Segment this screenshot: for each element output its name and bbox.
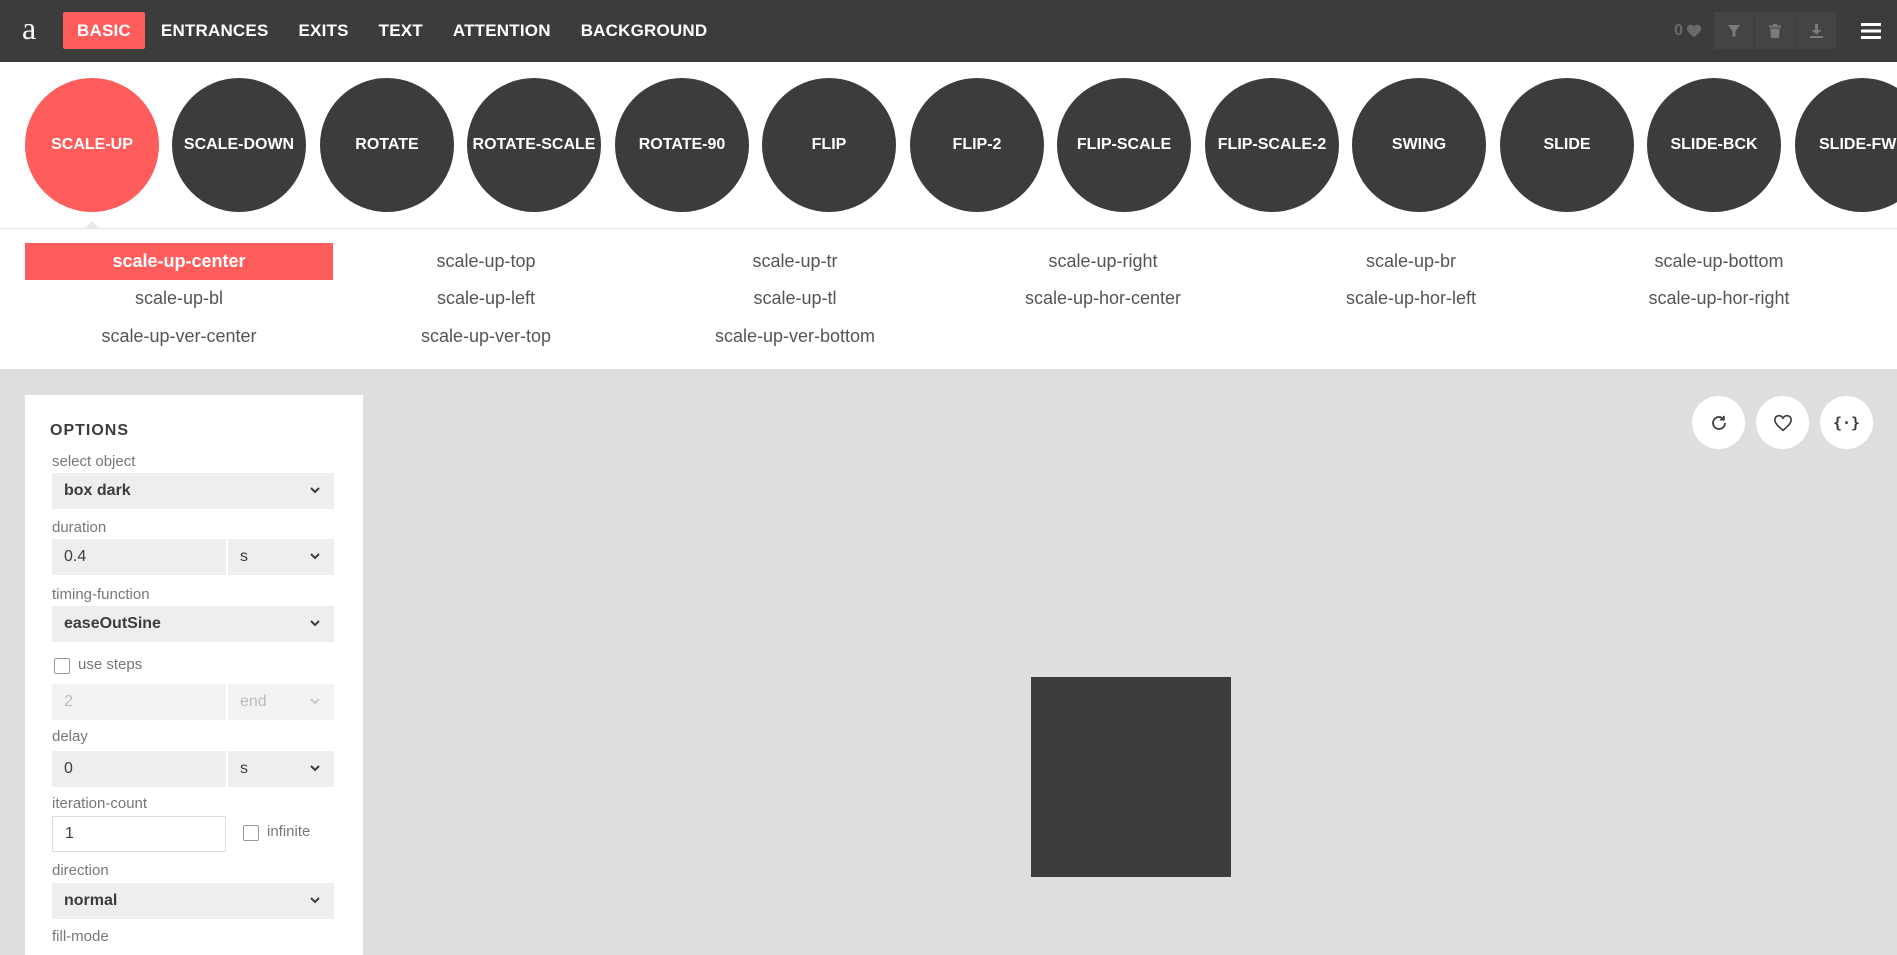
download-button[interactable] (1796, 12, 1836, 49)
menu-button[interactable] (1851, 12, 1891, 49)
variant-scale-up-tl[interactable]: scale-up-tl (641, 280, 949, 317)
iteration-count-input[interactable]: 1 (52, 816, 226, 852)
chevron-down-icon (310, 620, 320, 627)
group-swing[interactable]: SWING (1352, 78, 1486, 212)
category-tabs: BASIC ENTRANCES EXITS TEXT ATTENTION BAC… (63, 12, 723, 49)
infinite-checkbox[interactable] (243, 825, 259, 841)
code-icon: {·} (1832, 413, 1861, 432)
top-nav-bar: a BASIC ENTRANCES EXITS TEXT ATTENTION B… (0, 0, 1897, 62)
chevron-down-icon (310, 487, 320, 494)
heart-icon (1687, 24, 1701, 37)
select-object-value: box dark (64, 482, 131, 499)
favorites-count: 0 (1674, 21, 1683, 39)
group-rotate[interactable]: ROTATE (320, 78, 454, 212)
variant-scale-up-bottom[interactable]: scale-up-bottom (1565, 243, 1873, 280)
variant-scale-up-bl[interactable]: scale-up-bl (25, 280, 333, 317)
logo[interactable]: a (22, 10, 36, 46)
variant-scale-up-center[interactable]: scale-up-center (25, 243, 333, 280)
animation-variant-list: scale-up-center scale-up-top scale-up-tr… (0, 229, 1897, 370)
refresh-icon (1711, 415, 1726, 430)
generate-code-button[interactable]: {·} (1820, 396, 1873, 449)
download-icon (1809, 23, 1823, 38)
select-object-dropdown[interactable]: box dark (52, 473, 334, 509)
variant-scale-up-hor-left[interactable]: scale-up-hor-left (1257, 280, 1565, 317)
fill-mode-label: fill-mode (52, 928, 109, 945)
filter-icon (1728, 24, 1740, 37)
group-scale-down[interactable]: SCALE-DOWN (172, 78, 306, 212)
duration-unit-dropdown[interactable]: s (228, 539, 334, 575)
menu-icon (1861, 22, 1881, 39)
variant-scale-up-left[interactable]: scale-up-left (332, 280, 640, 317)
delay-input[interactable]: 0 (52, 751, 226, 787)
chevron-down-icon (310, 553, 320, 560)
variant-scale-up-ver-top[interactable]: scale-up-ver-top (332, 318, 640, 355)
tab-background[interactable]: BACKGROUND (567, 12, 722, 49)
timing-function-value: easeOutSine (64, 615, 161, 632)
chevron-down-icon (310, 897, 320, 904)
group-flip-scale-2[interactable]: FLIP-SCALE-2 (1205, 78, 1339, 212)
delay-unit-value: s (240, 760, 248, 777)
use-steps-label: use steps (78, 656, 143, 673)
animation-group-carousel: SCALE-UP SCALE-DOWN ROTATE ROTATE-SCALE … (0, 62, 1897, 229)
group-rotate-scale[interactable]: ROTATE-SCALE (467, 78, 601, 212)
clear-button[interactable] (1755, 12, 1795, 49)
variant-scale-up-tr[interactable]: scale-up-tr (641, 243, 949, 280)
delay-label: delay (52, 728, 88, 745)
trash-icon (1769, 23, 1781, 38)
chevron-down-icon (310, 765, 320, 772)
direction-dropdown[interactable]: normal (52, 883, 334, 919)
variant-scale-up-ver-center[interactable]: scale-up-ver-center (25, 318, 333, 355)
infinite-label: infinite (267, 823, 311, 840)
group-rotate-90[interactable]: ROTATE-90 (615, 78, 749, 212)
group-slide-bck[interactable]: SLIDE-BCK (1647, 78, 1781, 212)
duration-label: duration (52, 519, 107, 536)
replay-button[interactable] (1692, 396, 1745, 449)
preview-box-dark (1031, 677, 1231, 877)
tab-basic[interactable]: BASIC (63, 12, 145, 49)
heart-icon (1773, 414, 1792, 431)
active-group-pointer (83, 221, 101, 228)
group-scale-up[interactable]: SCALE-UP (25, 78, 159, 212)
variant-scale-up-top[interactable]: scale-up-top (332, 243, 640, 280)
variant-scale-up-br[interactable]: scale-up-br (1257, 243, 1565, 280)
variant-scale-up-hor-center[interactable]: scale-up-hor-center (949, 280, 1257, 317)
group-flip-scale[interactable]: FLIP-SCALE (1057, 78, 1191, 212)
use-steps-checkbox[interactable] (54, 658, 70, 674)
favorites-counter[interactable]: 0 (1674, 22, 1702, 40)
favorite-button[interactable] (1756, 396, 1809, 449)
iteration-count-label: iteration-count (52, 795, 148, 812)
group-flip-2[interactable]: FLIP-2 (910, 78, 1044, 212)
chevron-down-icon (310, 698, 320, 705)
tab-text[interactable]: TEXT (365, 12, 437, 49)
steps-position-dropdown[interactable]: end (228, 684, 334, 720)
delay-unit-dropdown[interactable]: s (228, 751, 334, 787)
timing-function-dropdown[interactable]: easeOutSine (52, 606, 334, 642)
duration-unit-value: s (240, 548, 248, 565)
direction-label: direction (52, 862, 109, 879)
tab-exits[interactable]: EXITS (285, 12, 363, 49)
filter-button[interactable] (1714, 12, 1754, 49)
group-flip[interactable]: FLIP (762, 78, 896, 212)
tab-attention[interactable]: ATTENTION (439, 12, 565, 49)
toolbar: 0 (1674, 12, 1897, 49)
direction-value: normal (64, 892, 118, 909)
variant-scale-up-ver-bottom[interactable]: scale-up-ver-bottom (641, 318, 949, 355)
duration-input[interactable]: 0.4 (52, 539, 226, 575)
variant-scale-up-right[interactable]: scale-up-right (949, 243, 1257, 280)
group-slide-fwd[interactable]: SLIDE-FWD (1795, 78, 1897, 212)
select-object-label: select object (52, 453, 136, 470)
tab-entrances[interactable]: ENTRANCES (147, 12, 283, 49)
steps-position-value: end (240, 693, 267, 710)
group-slide[interactable]: SLIDE (1500, 78, 1634, 212)
steps-input[interactable]: 2 (52, 684, 226, 720)
timing-function-label: timing-function (52, 586, 150, 603)
options-title: OPTIONS (50, 422, 130, 439)
options-panel: OPTIONS select object box dark duration … (25, 395, 363, 955)
variant-scale-up-hor-right[interactable]: scale-up-hor-right (1565, 280, 1873, 317)
